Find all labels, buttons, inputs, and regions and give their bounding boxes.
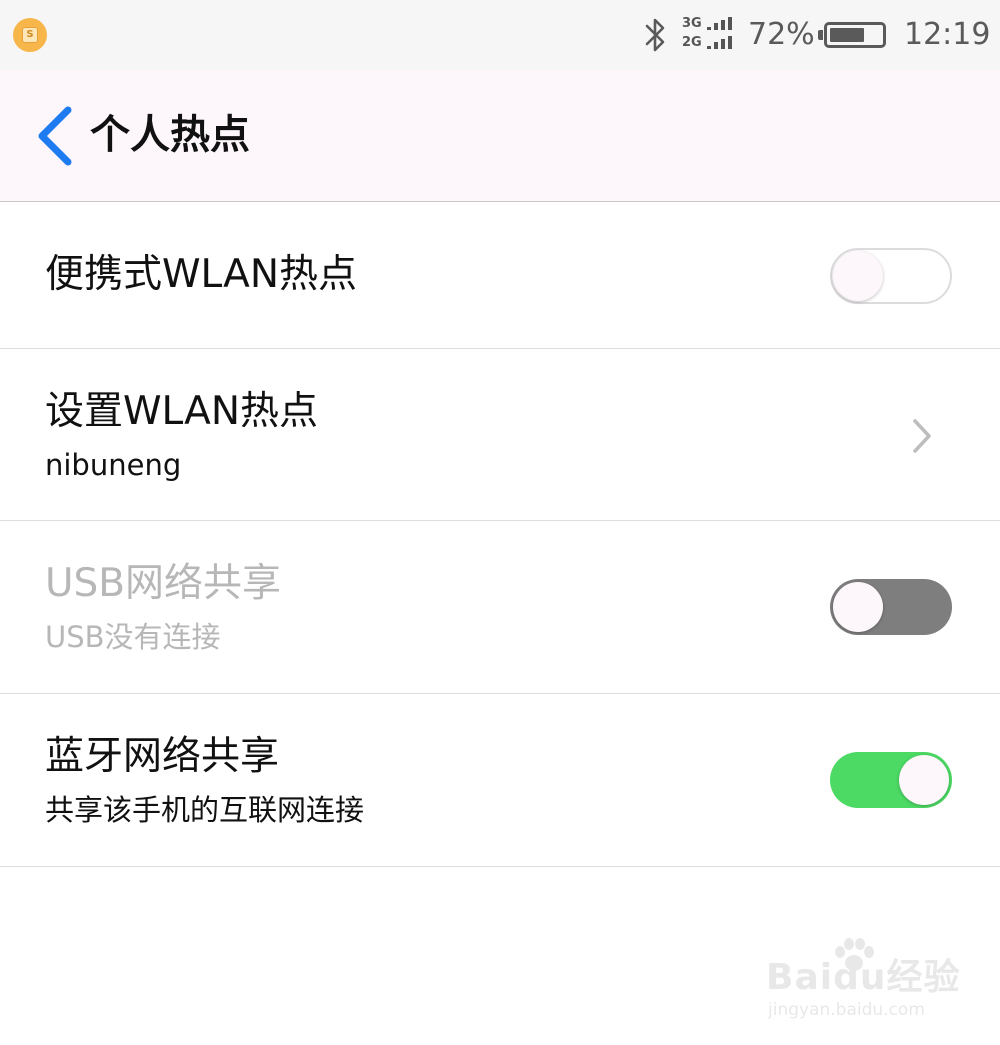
clock: 12:19 (904, 17, 991, 52)
row-setup-wlan-hotspot[interactable]: 设置WLAN热点 nibuneng (0, 349, 1000, 521)
row-title: 设置WLAN热点 (45, 389, 319, 434)
row-title: USB网络共享 (45, 561, 282, 606)
status-bar: 3G 2G 72% 12:19 (0, 0, 1000, 70)
network-type-3g: 3G (682, 16, 702, 31)
chevron-right-icon (913, 419, 931, 453)
row-subtitle: 共享该手机的互联网连接 (45, 793, 365, 827)
bluetooth-icon (645, 18, 665, 52)
header-bar: 个人热点 (0, 70, 1000, 202)
bluetooth-tethering-toggle[interactable] (830, 752, 952, 808)
back-chevron-icon[interactable] (30, 104, 80, 168)
watermark-url: jingyan.baidu.com (768, 1000, 925, 1020)
row-title: 蓝牙网络共享 (45, 734, 280, 779)
row-subtitle: nibuneng (45, 448, 182, 482)
usb-tethering-toggle (830, 579, 952, 635)
battery-icon (818, 22, 886, 48)
watermark-brand: Baidu经验 (766, 957, 961, 998)
network-type-2g: 2G (682, 35, 702, 50)
portable-wlan-hotspot-toggle[interactable] (830, 248, 952, 304)
row-bluetooth-tethering[interactable]: 蓝牙网络共享 共享该手机的互联网连接 (0, 694, 1000, 867)
app-notification-icon (13, 18, 47, 52)
toggle-knob (899, 755, 949, 805)
signal-icon (707, 17, 732, 49)
row-subtitle: USB没有连接 (45, 620, 221, 654)
battery-percentage: 72% (748, 17, 815, 52)
toggle-knob (833, 251, 883, 301)
page-title: 个人热点 (90, 112, 250, 158)
row-title: 便携式WLAN热点 (45, 252, 358, 297)
row-usb-tethering: USB网络共享 USB没有连接 (0, 521, 1000, 694)
row-portable-wlan-hotspot[interactable]: 便携式WLAN热点 (0, 202, 1000, 349)
baidu-watermark: Baidu经验 jingyan.baidu.com (766, 938, 966, 1028)
toggle-knob (833, 582, 883, 632)
